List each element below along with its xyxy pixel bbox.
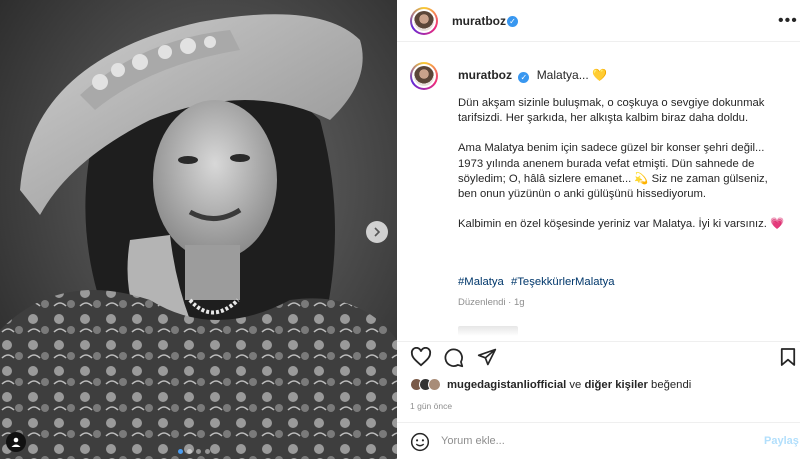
send-icon[interactable] <box>477 347 497 367</box>
carousel-dot <box>178 449 183 454</box>
caption-header: muratboz ✓ Malatya... 💛 <box>458 68 608 83</box>
faded-comment-preview <box>458 326 518 336</box>
post-photo[interactable] <box>0 0 397 459</box>
liker-avatar <box>428 378 441 391</box>
post-side-panel: muratboz ✓ ••• muratboz ✓ Malatya... 💛 D… <box>397 0 800 459</box>
location-text: Malatya... <box>536 68 589 82</box>
liker-avatars[interactable] <box>410 378 441 391</box>
likes-suffix: beğendi <box>651 378 692 391</box>
header-username[interactable]: muratboz <box>452 14 506 28</box>
caption-paragraph: Dün akşam sizinle buluşmak, o coşkuya o … <box>458 97 765 125</box>
user-tag-button[interactable] <box>6 432 26 452</box>
bookmark-icon[interactable] <box>780 347 796 367</box>
heart-icon[interactable] <box>410 347 432 367</box>
hashtags: #Malatya #TeşekkürlerMalatya <box>458 276 619 288</box>
chevron-right-icon <box>374 227 381 237</box>
liked-by-others-link[interactable]: diğer kişiler <box>584 379 647 391</box>
verified-badge-icon: ✓ <box>507 16 518 27</box>
portrait-image <box>0 0 397 459</box>
hashtag-link[interactable]: #Malatya <box>458 276 504 288</box>
action-bar <box>397 341 800 371</box>
caption-text: Dün akşam sizinle buluşmak, o coşkuya o … <box>458 96 788 247</box>
caption-area: muratboz ✓ Malatya... 💛 Dün akşam sizinl… <box>397 56 800 338</box>
carousel-next-button[interactable] <box>366 221 388 243</box>
caption-paragraph: Ama Malatya benim için sadece güzel bir … <box>458 142 768 201</box>
edited-label: Düzenlendi · 1g <box>458 297 525 308</box>
verified-badge-icon: ✓ <box>518 72 530 83</box>
avatar[interactable] <box>410 7 438 35</box>
carousel-dot <box>196 449 201 454</box>
more-options-button[interactable]: ••• <box>778 12 798 30</box>
post-comment-button[interactable]: Paylaş <box>764 435 799 447</box>
carousel-dots <box>178 449 210 454</box>
post-header: muratboz ✓ ••• <box>397 0 800 42</box>
comment-bar: Paylaş <box>397 422 800 459</box>
liker-username[interactable]: mugedagistanliofficial <box>447 379 566 391</box>
likes-connector: ve <box>569 378 582 391</box>
post-timestamp[interactable]: 1 gün önce <box>410 401 452 411</box>
user-tag-icon <box>11 437 21 447</box>
carousel-dot <box>187 449 192 454</box>
likes-summary: mugedagistanliofficial ve diğer kişiler … <box>410 378 691 391</box>
caption-paragraph: Kalbimin en özel köşesinde yeriniz var M… <box>458 218 785 231</box>
comment-icon[interactable] <box>443 347 464 368</box>
comment-input[interactable] <box>441 431 741 451</box>
yellow-heart-emoji: 💛 <box>592 68 608 82</box>
carousel-dot <box>205 449 210 454</box>
hashtag-link[interactable]: #TeşekkürlerMalatya <box>511 276 615 288</box>
caption-username[interactable]: muratboz <box>458 68 512 82</box>
smiley-icon[interactable] <box>410 432 430 452</box>
caption-avatar[interactable] <box>410 62 438 90</box>
